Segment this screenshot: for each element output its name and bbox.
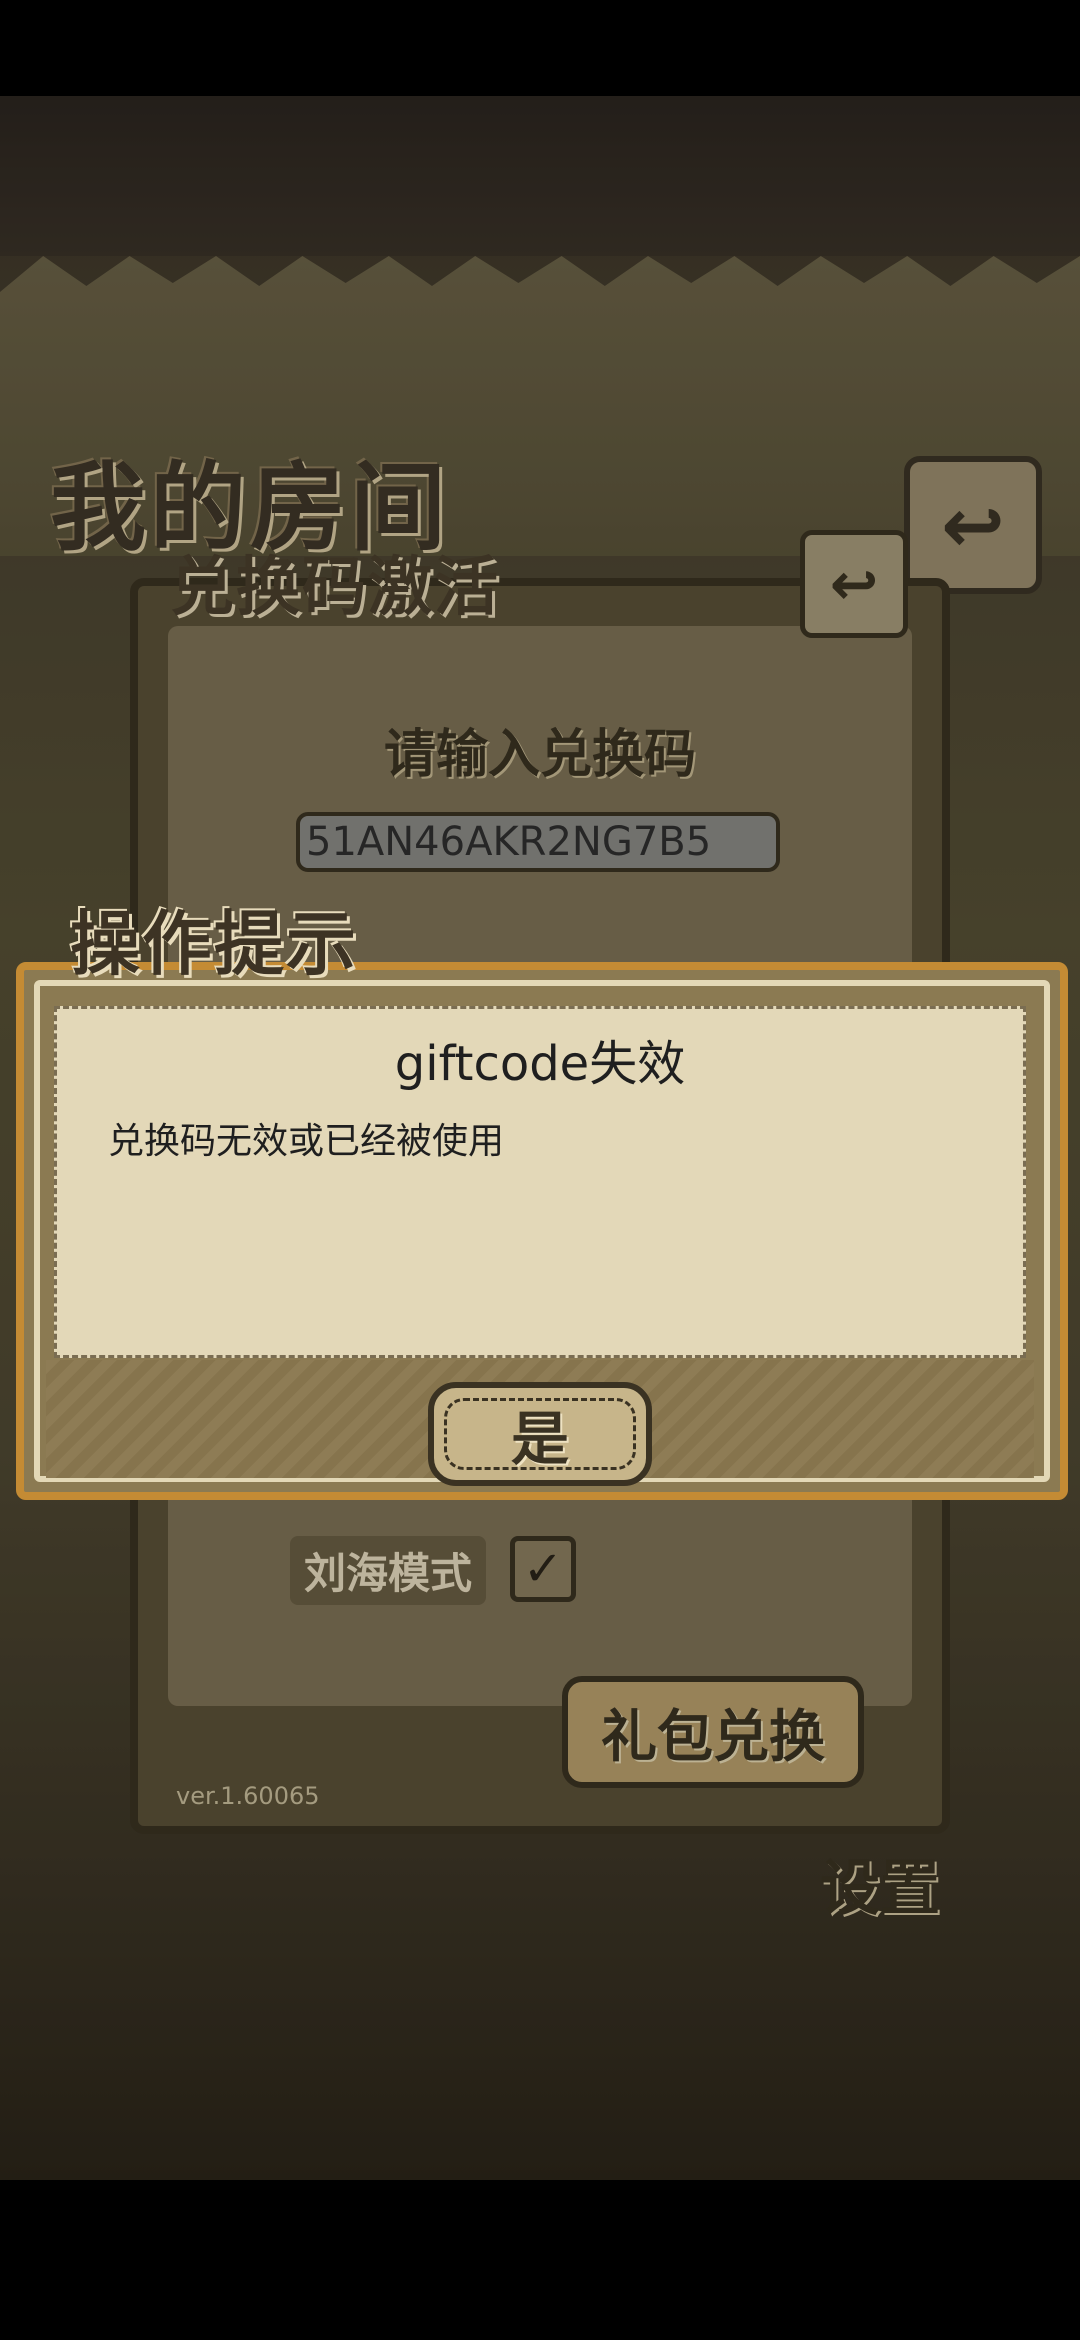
confirm-button[interactable]: 是: [428, 1382, 652, 1486]
status-bar: [0, 0, 1080, 96]
confirm-button-label: 是: [510, 1405, 569, 1473]
dialog-message: 兑换码无效或已经被使用: [108, 1121, 505, 1162]
game-screen: 我的房间 ↩ 兑换码激活 ↩ 请输入兑换码 51AN46AKR2NG7B5 刘海…: [0, 0, 1080, 2340]
bottom-bar: [0, 2180, 1080, 2340]
dialog-heading: 操作提示: [70, 903, 358, 985]
dialog-title: giftcode失效: [394, 1036, 686, 1092]
